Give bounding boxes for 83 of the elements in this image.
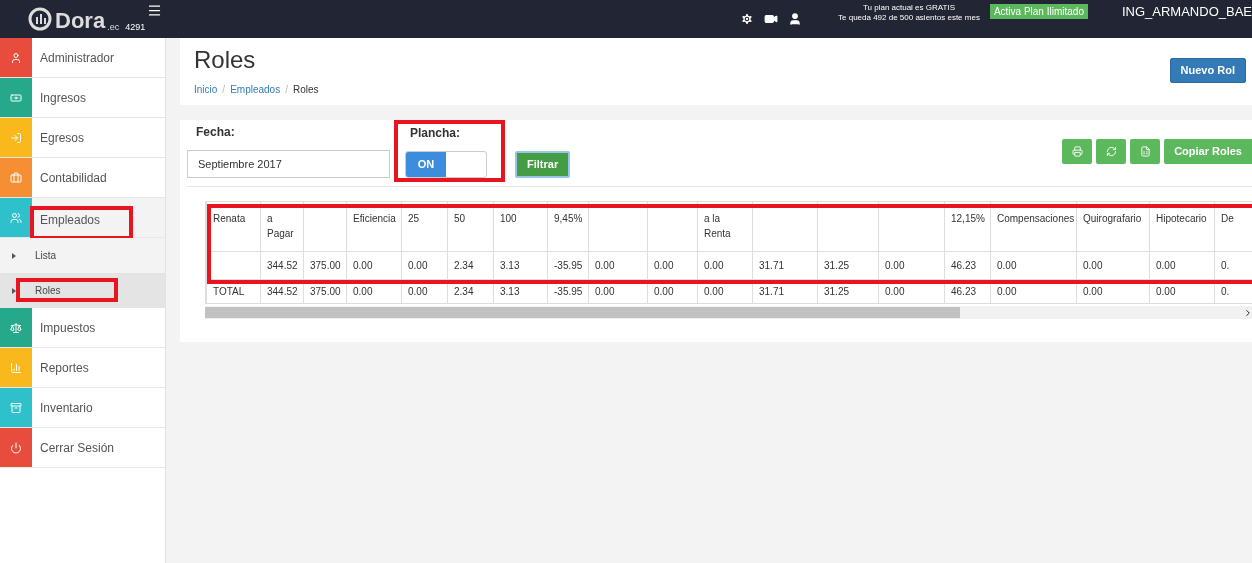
sidebar-item[interactable]: Egresos: [32, 118, 165, 157]
settings-icon[interactable]: [740, 12, 754, 26]
column-header: [817, 201, 879, 252]
column-header: Quirografario: [1076, 201, 1150, 252]
column-header: a la Renta: [697, 201, 753, 252]
breadcrumb-separator: /: [285, 83, 288, 97]
table-cell: 0.00: [401, 251, 448, 280]
table-cell: 0.00: [1076, 251, 1150, 280]
plan-status-text: Tu plan actual es GRATIS: [862, 3, 955, 13]
column-header: Hipotecario: [1149, 201, 1215, 252]
sidebar-item[interactable]: Inventario: [32, 388, 165, 427]
table-cell: 0.00: [346, 251, 402, 280]
column-header: 50: [447, 201, 494, 252]
login-icon: [10, 131, 22, 144]
column-header: 12,15%: [944, 201, 991, 252]
banknote-icon: [10, 91, 22, 104]
caret-icon: [12, 252, 16, 259]
table-cell: 0.00: [697, 251, 753, 280]
table-cell: 0.00: [990, 251, 1077, 280]
table-cell: 31.71: [752, 251, 818, 280]
column-header: [752, 201, 818, 252]
bar-chart-icon: [10, 361, 22, 374]
sidebar-item[interactable]: Impuestos: [32, 308, 165, 347]
seats-remaining-text: Te queda 492 de 500 asientos este mes: [838, 13, 980, 23]
column-header: Compensaciones: [990, 201, 1077, 252]
breadcrumb-link[interactable]: Empleados: [230, 82, 281, 97]
column-header: 9,45%: [547, 201, 589, 252]
scroll-right-icon[interactable]: [1243, 307, 1252, 318]
breadcrumb-current: Roles: [292, 83, 319, 97]
table-cell: 0.00: [1149, 251, 1215, 280]
sidebar-item[interactable]: Cerrar Sesión: [32, 428, 165, 467]
refresh-icon: [1105, 146, 1117, 157]
horizontal-scrollbar[interactable]: [205, 306, 1252, 319]
column-header: a Pagar: [260, 201, 304, 252]
date-field[interactable]: Septiembre 2017: [187, 150, 390, 178]
column-header: [647, 201, 698, 252]
field-label: Fecha:: [196, 124, 236, 141]
submenu-item[interactable]: Roles: [35, 283, 61, 298]
logo-text: Dora: [55, 9, 106, 32]
archive-icon: [10, 401, 22, 414]
caret-icon: [12, 287, 16, 294]
table-cell: 2.34: [447, 251, 494, 280]
table-cell: 375.00: [303, 251, 347, 280]
menu-icon[interactable]: [147, 3, 163, 18]
company-count: 4291: [125, 22, 146, 32]
column-header: [588, 201, 648, 252]
sidebar-item[interactable]: Reportes: [32, 348, 165, 387]
column-header: 100: [493, 201, 548, 252]
logo-chart-icon: [27, 6, 53, 31]
column-header: De: [1214, 201, 1252, 252]
spreadsheet-icon: [1139, 146, 1151, 157]
person-icon[interactable]: [788, 12, 802, 26]
sidebar-item[interactable]: Ingresos: [32, 78, 165, 117]
printer-icon: [1071, 146, 1083, 157]
column-header: Eficiencia: [346, 201, 402, 252]
scrollbar-thumb[interactable]: [205, 307, 960, 318]
table-cell: 344.52: [260, 251, 304, 280]
page-title: Roles: [194, 46, 257, 74]
briefcase-icon: [10, 171, 22, 184]
breadcrumb-link[interactable]: Inicio: [194, 82, 218, 97]
table-cell: 46.23: [944, 251, 991, 280]
column-header: 25: [401, 201, 448, 252]
column-header: [303, 201, 347, 252]
table-cell: 0.00: [588, 251, 648, 280]
table-cell: 31.25: [817, 251, 879, 280]
user-name[interactable]: ING_ARMANDO_BAE: [1121, 2, 1252, 22]
table-cell: -35.95: [547, 251, 589, 280]
sidebar-item[interactable]: Contabilidad: [32, 158, 165, 197]
power-icon: [10, 441, 22, 454]
people-icon: [10, 211, 22, 224]
table-cell: 3.13: [493, 251, 548, 280]
new-role-button[interactable]: Nuevo Rol: [1169, 58, 1246, 83]
logo-suffix: .ec: [107, 22, 120, 32]
video-camera-icon[interactable]: [764, 12, 778, 26]
submenu-item[interactable]: Lista: [35, 248, 57, 263]
table-cell: 0.00: [878, 251, 945, 280]
breadcrumb-separator: /: [222, 83, 226, 97]
column-header: [878, 201, 945, 252]
sidebar-item[interactable]: Administrador: [32, 38, 165, 77]
scale-icon: [10, 321, 22, 334]
field-label: Plancha:: [410, 125, 461, 142]
table-cell: 0.00: [647, 251, 698, 280]
person-icon: [10, 51, 22, 64]
